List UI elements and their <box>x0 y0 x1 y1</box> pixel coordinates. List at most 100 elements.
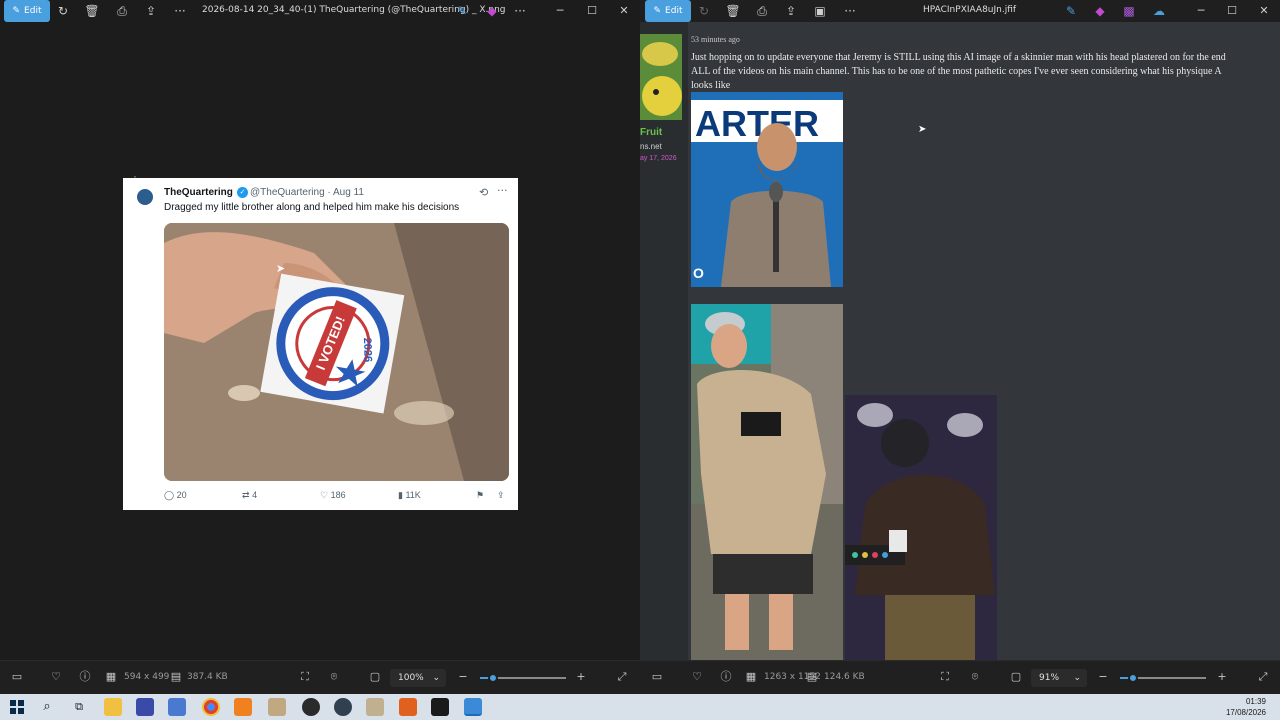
close-button[interactable]: ✕ <box>1256 3 1272 19</box>
slideshow-icon[interactable]: ▣ <box>812 3 828 19</box>
cloud-off-icon[interactable]: ☁ <box>1151 3 1167 19</box>
share-icon[interactable]: ⇪ <box>143 3 159 19</box>
app-icon-1[interactable] <box>136 698 154 716</box>
close-button[interactable]: ✕ <box>616 3 632 19</box>
app-icon-4[interactable] <box>334 698 352 716</box>
fit-icon[interactable]: ▢ <box>368 670 382 684</box>
tweet-handle-date[interactable]: @TheQuartering · Aug 11 <box>250 187 364 198</box>
retweet-button[interactable]: ⇄ 4 <box>242 490 257 501</box>
minimize-button[interactable]: ─ <box>552 3 568 19</box>
post-photo-standing <box>691 304 843 660</box>
start-icon[interactable] <box>8 698 26 716</box>
tweet-photo[interactable]: I VOTED! 2026 <box>164 223 509 481</box>
reply-button[interactable]: ◯ 20 <box>164 490 187 501</box>
designer-icon[interactable]: ✎ <box>454 3 470 19</box>
app-icon-2[interactable] <box>168 698 186 716</box>
mouse-cursor-icon: ➤ <box>276 262 286 275</box>
copilot-icon[interactable]: ◆ <box>1092 3 1108 19</box>
tweet-more-icon[interactable]: ··· <box>497 184 508 197</box>
chevron-down-icon: ⌄ <box>1073 673 1081 683</box>
zoom-slider-thumb[interactable] <box>1128 673 1138 683</box>
info-icon[interactable]: ⓘ <box>78 670 92 684</box>
dimensions-icon: ▦ <box>105 670 117 683</box>
zoom-slider-thumb[interactable] <box>488 673 498 683</box>
maximize-button[interactable]: ☐ <box>584 3 600 19</box>
filesize-icon: ▤ <box>170 670 182 683</box>
terminal-icon[interactable] <box>431 698 449 716</box>
zoom-value: 91% <box>1039 673 1060 683</box>
obs-icon[interactable] <box>302 698 320 716</box>
zoom-value: 100% <box>398 673 424 683</box>
print-icon[interactable]: ⎙ <box>754 3 770 19</box>
views-button[interactable]: ▮ 11K <box>398 490 421 501</box>
file-explorer-icon[interactable] <box>104 698 122 716</box>
task-view-icon[interactable]: ⧉ <box>70 698 88 716</box>
left-edit-button[interactable]: ✎ Edit <box>4 0 50 22</box>
left-photos-window: ✎ Edit ↻ 🗑 ⎙ ⇪ ··· 2026-08-14 20_34_40-(… <box>0 0 640 694</box>
zoom-out-icon[interactable]: − <box>1096 670 1110 684</box>
filmstrip-icon[interactable]: ▭ <box>10 670 24 684</box>
crop-icon[interactable]: ⛶ <box>938 670 952 684</box>
zoom-select[interactable]: 91% ⌄ <box>1031 669 1087 687</box>
search-icon[interactable]: ⌕ <box>38 698 56 716</box>
designer-icon[interactable]: ✎ <box>1063 3 1079 19</box>
share-icon[interactable]: ⇪ <box>783 3 799 19</box>
right-bottom-bar: ▭ ♡ ⓘ ▦ 1263 x 1152 ▤ 124.6 KB ⛶ ⌾ ▢ 91%… <box>640 660 1280 694</box>
zoom-in-icon[interactable]: + <box>574 670 588 684</box>
zoom-out-icon[interactable]: − <box>456 670 470 684</box>
grok-icon[interactable]: ⟲ <box>479 186 488 199</box>
right-titlebar: ✎ Edit ↻ 🗑 ⎙ ⇪ ▣ ··· HPACInPXIAA8uJn.jfi… <box>640 0 1280 22</box>
delete-icon[interactable]: 🗑 <box>84 3 100 19</box>
fullscreen-icon[interactable]: ⤢ <box>615 670 629 684</box>
zoom-in-icon[interactable]: + <box>1215 670 1229 684</box>
maximize-button[interactable]: ☐ <box>1224 3 1240 19</box>
rotate-icon[interactable]: ↻ <box>55 3 71 19</box>
left-edit-label: Edit <box>24 6 42 16</box>
post-username: Fruit <box>640 127 663 138</box>
post-photo-banner: ARTER O <box>691 92 843 287</box>
app-icon-6[interactable] <box>399 698 417 716</box>
minimize-button[interactable]: ─ <box>1193 3 1209 19</box>
crop-icon[interactable]: ⛶ <box>298 670 312 684</box>
right-photos-window: ✎ Edit ↻ 🗑 ⎙ ⇪ ▣ ··· HPACInPXIAA8uJn.jfi… <box>640 0 1280 694</box>
tweet-author-name[interactable]: TheQuartering <box>164 187 233 198</box>
avatar[interactable] <box>137 189 153 205</box>
reply-icon: ◯ <box>164 490 175 500</box>
bookmark-icon[interactable]: ⚑ <box>476 490 484 501</box>
info-icon[interactable]: ⓘ <box>719 670 733 684</box>
standing-photo-art <box>691 304 843 660</box>
post-timestamp: 53 minutes ago <box>691 35 740 44</box>
rotate-icon[interactable]: ↻ <box>696 3 712 19</box>
more-options-icon[interactable]: ··· <box>172 3 188 19</box>
delete-icon[interactable]: 🗑 <box>725 3 741 19</box>
fullscreen-icon[interactable]: ⤢ <box>1256 670 1270 684</box>
more-options-icon[interactable]: ··· <box>842 3 858 19</box>
right-edit-button[interactable]: ✎ Edit <box>645 0 691 22</box>
visual-search-icon[interactable]: ⌾ <box>968 670 982 684</box>
file-size: 387.4 KB <box>187 672 228 682</box>
post-user-date: ay 17, 2026 <box>640 155 677 162</box>
edit-icon: ✎ <box>12 6 21 16</box>
clipchamp-icon[interactable]: ▩ <box>1121 3 1137 19</box>
filmstrip-icon[interactable]: ▭ <box>650 670 664 684</box>
print-icon[interactable]: ⎙ <box>114 3 130 19</box>
favorite-icon[interactable]: ♡ <box>49 670 63 684</box>
views-icon: ▮ <box>398 490 403 500</box>
app-icon-5[interactable] <box>366 698 384 716</box>
favorite-icon[interactable]: ♡ <box>690 670 704 684</box>
like-button[interactable]: ♡ 186 <box>320 490 346 501</box>
verified-badge-icon: ✓ <box>237 187 248 198</box>
visual-search-icon[interactable]: ⌾ <box>327 670 341 684</box>
windows-taskbar: ⌕ ⧉ 01:39 17/08/2026 <box>0 694 1280 720</box>
copilot-icon[interactable]: ◆ <box>484 3 500 19</box>
fit-icon[interactable]: ▢ <box>1009 670 1023 684</box>
chrome-icon[interactable] <box>202 698 220 716</box>
file-size: 124.6 KB <box>824 672 865 682</box>
app-icon-3[interactable] <box>268 698 286 716</box>
photos-icon[interactable] <box>464 698 482 716</box>
overflow-icon[interactable]: ··· <box>512 3 528 19</box>
vlc-icon[interactable] <box>234 698 252 716</box>
system-clock[interactable]: 01:39 17/08/2026 <box>1226 696 1266 718</box>
tweet-share-icon[interactable]: ⇪ <box>497 490 505 501</box>
zoom-select[interactable]: 100% ⌄ <box>390 669 446 687</box>
